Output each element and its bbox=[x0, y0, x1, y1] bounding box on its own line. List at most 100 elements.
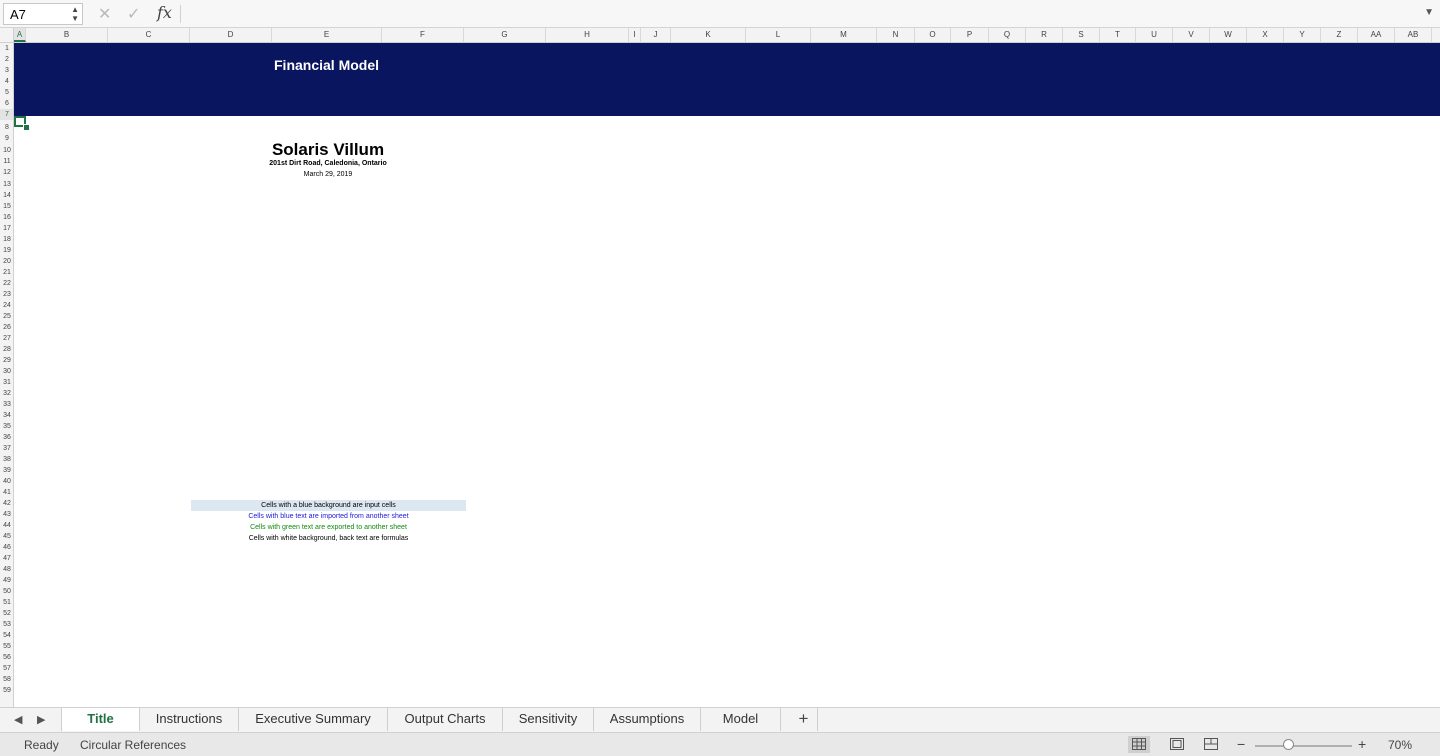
page-break-view-icon[interactable] bbox=[1200, 736, 1222, 753]
page-layout-view-icon[interactable] bbox=[1166, 736, 1188, 753]
row-header-40[interactable]: 40 bbox=[0, 476, 13, 487]
row-header-6[interactable]: 6 bbox=[0, 98, 13, 109]
next-sheet-icon[interactable]: ▶ bbox=[37, 713, 45, 726]
row-header-44[interactable]: 44 bbox=[0, 520, 13, 531]
tab-assumptions[interactable]: Assumptions bbox=[594, 708, 701, 731]
row-header-20[interactable]: 20 bbox=[0, 256, 13, 267]
column-header-u[interactable]: U bbox=[1136, 28, 1173, 42]
row-header-56[interactable]: 56 bbox=[0, 652, 13, 663]
row-header-50[interactable]: 50 bbox=[0, 586, 13, 597]
tab-title[interactable]: Title bbox=[61, 708, 140, 731]
row-header-34[interactable]: 34 bbox=[0, 410, 13, 421]
row-header-10[interactable]: 10 bbox=[0, 145, 13, 156]
column-header-f[interactable]: F bbox=[382, 28, 464, 42]
row-header-33[interactable]: 33 bbox=[0, 399, 13, 410]
column-header-o[interactable]: O bbox=[915, 28, 951, 42]
row-header-30[interactable]: 30 bbox=[0, 366, 13, 377]
row-header-37[interactable]: 37 bbox=[0, 443, 13, 454]
normal-view-icon[interactable] bbox=[1128, 736, 1150, 753]
row-header-43[interactable]: 43 bbox=[0, 509, 13, 520]
column-header-aa[interactable]: AA bbox=[1358, 28, 1395, 42]
row-header-8[interactable]: 8 bbox=[0, 122, 13, 133]
cancel-icon[interactable]: ✕ bbox=[98, 4, 111, 24]
row-header-32[interactable]: 32 bbox=[0, 388, 13, 399]
company-name-cell[interactable]: Solaris Villum bbox=[190, 140, 466, 160]
row-header-14[interactable]: 14 bbox=[0, 190, 13, 201]
row-header-52[interactable]: 52 bbox=[0, 608, 13, 619]
row-header-21[interactable]: 21 bbox=[0, 267, 13, 278]
row-header-26[interactable]: 26 bbox=[0, 322, 13, 333]
row-header-35[interactable]: 35 bbox=[0, 421, 13, 432]
column-header-e[interactable]: E bbox=[272, 28, 382, 42]
row-header-58[interactable]: 58 bbox=[0, 674, 13, 685]
row-header-38[interactable]: 38 bbox=[0, 454, 13, 465]
column-header-y[interactable]: Y bbox=[1284, 28, 1321, 42]
row-header-16[interactable]: 16 bbox=[0, 212, 13, 223]
zoom-out-icon[interactable]: − bbox=[1237, 736, 1245, 752]
row-header-4[interactable]: 4 bbox=[0, 76, 13, 87]
legend-input-cells[interactable]: Cells with a blue background are input c… bbox=[191, 500, 466, 511]
row-header-15[interactable]: 15 bbox=[0, 201, 13, 212]
row-header-3[interactable]: 3 bbox=[0, 65, 13, 76]
column-header-w[interactable]: W bbox=[1210, 28, 1247, 42]
company-date-cell[interactable]: March 29, 2019 bbox=[190, 171, 466, 178]
row-header-2[interactable]: 2 bbox=[0, 54, 13, 65]
column-header-r[interactable]: R bbox=[1026, 28, 1063, 42]
row-header-19[interactable]: 19 bbox=[0, 245, 13, 256]
row-header-36[interactable]: 36 bbox=[0, 432, 13, 443]
column-header-z[interactable]: Z bbox=[1321, 28, 1358, 42]
column-header-g[interactable]: G bbox=[464, 28, 546, 42]
function-icon[interactable]: fx bbox=[157, 3, 172, 22]
row-header-46[interactable]: 46 bbox=[0, 542, 13, 553]
row-header-51[interactable]: 51 bbox=[0, 597, 13, 608]
row-header-9[interactable]: 9 bbox=[0, 133, 13, 144]
zoom-slider-thumb[interactable] bbox=[1283, 739, 1294, 750]
row-header-31[interactable]: 31 bbox=[0, 377, 13, 388]
row-header-7[interactable]: 7 bbox=[0, 109, 13, 120]
row-header-57[interactable]: 57 bbox=[0, 663, 13, 674]
column-header-k[interactable]: K bbox=[671, 28, 746, 42]
row-header-23[interactable]: 23 bbox=[0, 289, 13, 300]
row-header-18[interactable]: 18 bbox=[0, 234, 13, 245]
column-header-p[interactable]: P bbox=[951, 28, 989, 42]
column-header-t[interactable]: T bbox=[1100, 28, 1136, 42]
status-circular-references[interactable]: Circular References bbox=[80, 738, 186, 752]
company-address-cell[interactable]: 201st Dirt Road, Caledonia, Ontario bbox=[190, 160, 466, 167]
row-header-55[interactable]: 55 bbox=[0, 641, 13, 652]
row-header-29[interactable]: 29 bbox=[0, 355, 13, 366]
column-header-ab[interactable]: AB bbox=[1395, 28, 1432, 42]
zoom-slider[interactable] bbox=[1255, 745, 1352, 747]
row-header-48[interactable]: 48 bbox=[0, 564, 13, 575]
tab-model[interactable]: Model bbox=[701, 708, 781, 731]
legend-formula-cells[interactable]: Cells with white background, back text a… bbox=[191, 533, 466, 544]
row-header-5[interactable]: 5 bbox=[0, 87, 13, 98]
legend-imported-cells[interactable]: Cells with blue text are imported from a… bbox=[191, 511, 466, 522]
name-box[interactable]: A7 ▲ ▼ bbox=[3, 3, 83, 25]
column-header-d[interactable]: D bbox=[190, 28, 272, 42]
row-header-25[interactable]: 25 bbox=[0, 311, 13, 322]
column-header-l[interactable]: L bbox=[746, 28, 811, 42]
tab-output-charts[interactable]: Output Charts bbox=[388, 708, 503, 731]
fill-handle[interactable] bbox=[23, 124, 30, 131]
row-header-42[interactable]: 42 bbox=[0, 498, 13, 509]
row-header-17[interactable]: 17 bbox=[0, 223, 13, 234]
row-header-39[interactable]: 39 bbox=[0, 465, 13, 476]
column-header-v[interactable]: V bbox=[1173, 28, 1210, 42]
column-header-n[interactable]: N bbox=[877, 28, 915, 42]
legend-exported-cells[interactable]: Cells with green text are exported to an… bbox=[191, 522, 466, 533]
row-header-45[interactable]: 45 bbox=[0, 531, 13, 542]
column-header-a[interactable]: A bbox=[14, 28, 26, 42]
column-header-j[interactable]: J bbox=[641, 28, 671, 42]
row-header-41[interactable]: 41 bbox=[0, 487, 13, 498]
tab-executive-summary[interactable]: Executive Summary bbox=[239, 708, 388, 731]
prev-sheet-icon[interactable]: ◀ bbox=[14, 713, 22, 726]
column-header-q[interactable]: Q bbox=[989, 28, 1026, 42]
zoom-level[interactable]: 70% bbox=[1388, 738, 1412, 752]
row-header-11[interactable]: 11 bbox=[0, 156, 13, 167]
add-sheet-icon[interactable]: + bbox=[790, 708, 818, 731]
select-all-corner[interactable] bbox=[0, 28, 14, 42]
row-header-24[interactable]: 24 bbox=[0, 300, 13, 311]
confirm-icon[interactable]: ✓ bbox=[127, 4, 140, 24]
expand-formula-bar-icon[interactable]: ▼ bbox=[1424, 7, 1434, 18]
column-header-h[interactable]: H bbox=[546, 28, 629, 42]
